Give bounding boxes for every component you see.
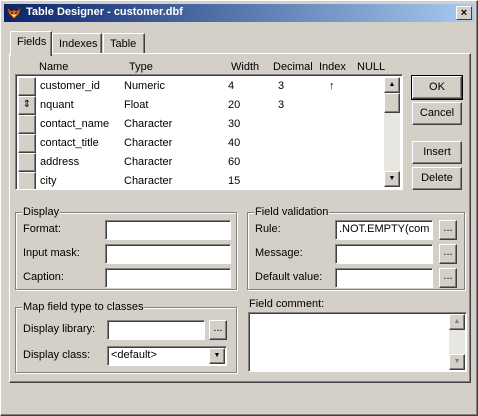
field-validation-title: Field validation	[254, 206, 330, 218]
field-width-cell[interactable]: 60	[228, 156, 240, 168]
field-name-cell[interactable]: contact_title	[40, 137, 99, 149]
message-builder-button[interactable]: ...	[439, 244, 457, 264]
format-input[interactable]	[105, 220, 231, 240]
tab-indexes-label: Indexes	[59, 38, 98, 50]
default-value-input[interactable]	[335, 268, 433, 288]
field-type-cell[interactable]: Character	[124, 118, 172, 130]
column-header-null: NULL	[357, 61, 386, 73]
field-type-cell[interactable]: Character	[124, 175, 172, 187]
column-header-type: Type	[129, 61, 153, 73]
row-move-handle-icon[interactable]: ⇕	[18, 96, 36, 115]
table-row[interactable]: city Character 15	[18, 172, 388, 189]
table-row[interactable]: customer_id Numeric 4 3 ↑	[18, 77, 388, 96]
row-selector[interactable]	[18, 134, 36, 153]
table-row[interactable]: contact_name Character 30	[18, 115, 388, 134]
scroll-up-arrow-icon[interactable]: ▲	[384, 77, 400, 93]
field-comment-label: Field comment:	[249, 298, 325, 310]
tab-indexes[interactable]: Indexes	[52, 33, 102, 54]
column-header-width: Width	[231, 61, 260, 73]
table-designer-window: Table Designer - customer.dbf × Fields I…	[0, 0, 478, 416]
field-type-cell[interactable]: Numeric	[124, 80, 165, 92]
tab-table-label: Table	[110, 38, 137, 50]
comment-vertical-scrollbar[interactable]: ▲ ▼	[449, 314, 465, 370]
row-selector[interactable]	[18, 172, 36, 189]
display-group-title: Display	[22, 206, 61, 218]
ok-button[interactable]: OK	[411, 75, 463, 100]
default-value-label: Default value:	[255, 271, 323, 283]
rule-builder-button[interactable]: ...	[439, 220, 457, 240]
field-comment-textarea[interactable]: ▲ ▼	[248, 312, 467, 372]
field-name-cell[interactable]: customer_id	[40, 80, 100, 92]
field-width-cell[interactable]: 15	[228, 175, 240, 187]
caption-label: Caption:	[23, 271, 64, 283]
row-selector[interactable]	[18, 115, 36, 134]
index-ascending-icon[interactable]: ↑	[329, 80, 335, 92]
chevron-down-icon[interactable]: ▼	[209, 348, 225, 364]
fields-grid[interactable]: customer_id Numeric 4 3 ↑ ⇕ nquant Float…	[15, 74, 403, 190]
scroll-down-arrow-icon[interactable]: ▼	[384, 171, 400, 187]
table-row[interactable]: address Character 60	[18, 153, 388, 172]
message-label: Message:	[255, 247, 303, 259]
field-type-cell[interactable]: Float	[124, 99, 148, 111]
map-group-title: Map field type to classes	[22, 301, 145, 313]
grid-vertical-scrollbar[interactable]: ▲ ▼	[384, 77, 400, 187]
cancel-button[interactable]: Cancel	[412, 102, 462, 125]
column-header-index: Index	[319, 61, 346, 73]
row-selector[interactable]	[18, 77, 36, 96]
field-name-cell[interactable]: city	[40, 175, 57, 187]
field-name-cell[interactable]: address	[40, 156, 79, 168]
field-type-cell[interactable]: Character	[124, 156, 172, 168]
close-icon: ×	[460, 7, 468, 19]
caption-input[interactable]	[105, 268, 231, 288]
display-library-label: Display library:	[23, 323, 96, 335]
display-class-value: <default>	[111, 349, 157, 361]
close-button[interactable]: ×	[456, 6, 472, 20]
column-header-decimal: Decimal	[273, 61, 313, 73]
tab-table[interactable]: Table	[103, 33, 145, 54]
rule-input[interactable]: .NOT.EMPTY(com	[335, 220, 433, 240]
field-decimal-cell[interactable]: 3	[278, 99, 284, 111]
delete-button[interactable]: Delete	[412, 167, 462, 190]
tab-fields[interactable]: Fields	[10, 31, 52, 56]
input-mask-input[interactable]	[105, 244, 231, 264]
insert-button[interactable]: Insert	[412, 141, 462, 164]
field-width-cell[interactable]: 20	[228, 99, 240, 111]
title-bar[interactable]: Table Designer - customer.dbf ×	[4, 4, 474, 22]
field-name-cell[interactable]: nquant	[40, 99, 74, 111]
field-width-cell[interactable]: 4	[228, 80, 234, 92]
field-name-cell[interactable]: contact_name	[40, 118, 109, 130]
field-type-cell[interactable]: Character	[124, 137, 172, 149]
input-mask-label: Input mask:	[23, 247, 80, 259]
field-width-cell[interactable]: 30	[228, 118, 240, 130]
row-selector[interactable]	[18, 153, 36, 172]
table-row[interactable]: ⇕ nquant Float 20 3	[18, 96, 388, 115]
display-class-label: Display class:	[23, 349, 91, 361]
default-value-builder-button[interactable]: ...	[439, 268, 457, 288]
scroll-down-arrow-icon[interactable]: ▼	[449, 354, 465, 370]
display-library-browse-button[interactable]: ...	[209, 320, 227, 340]
scroll-thumb[interactable]	[384, 93, 400, 113]
display-library-input[interactable]	[107, 320, 205, 340]
format-label: Format:	[23, 223, 61, 235]
scroll-up-arrow-icon[interactable]: ▲	[449, 314, 465, 330]
window-title: Table Designer - customer.dbf	[26, 6, 183, 18]
field-width-cell[interactable]: 40	[228, 137, 240, 149]
field-decimal-cell[interactable]: 3	[278, 80, 284, 92]
column-header-name: Name	[39, 61, 69, 73]
table-row[interactable]: contact_title Character 40	[18, 134, 388, 153]
tab-fields-label: Fields	[17, 36, 47, 48]
fox-app-icon	[6, 5, 22, 20]
rule-label: Rule:	[255, 223, 281, 235]
message-input[interactable]	[335, 244, 433, 264]
